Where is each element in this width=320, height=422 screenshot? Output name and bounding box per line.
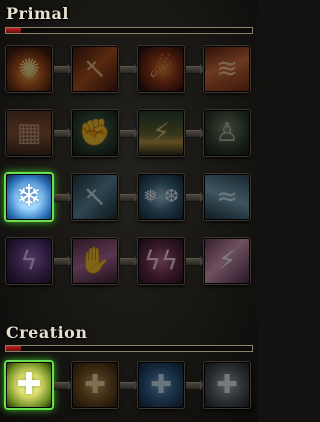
tempest-icon[interactable]: ⚡ [204, 238, 250, 284]
talent-panel: Primal ✺ † ☄ ≋ ▦ ✊ ⚡ ♙ ❄ † ❅ ❆ ≈ ϟ ✋ ϟϟ … [0, 0, 258, 422]
shock-icon[interactable]: ϟ [6, 238, 52, 284]
link [120, 380, 139, 390]
frost-weapon-icon[interactable]: † [72, 174, 118, 220]
earth-fist-icon[interactable]: ✊ [72, 110, 118, 156]
lightning-hands-icon[interactable]: ✋ [72, 238, 118, 284]
petrify-icon[interactable]: ♙ [204, 110, 250, 156]
regeneration-icon[interactable]: ✚ [138, 362, 184, 408]
link [186, 128, 205, 138]
flaming-sword-icon[interactable]: † [72, 46, 118, 92]
earthquake-icon[interactable]: ⚡ [138, 110, 184, 156]
link [186, 64, 205, 74]
link [186, 192, 205, 202]
winters-grasp-icon[interactable]: ❄ [6, 174, 52, 220]
chain-lightning-icon[interactable]: ϟϟ [138, 238, 184, 284]
link [54, 256, 73, 266]
creation-progress-bar [5, 345, 253, 352]
link [120, 128, 139, 138]
blizzard-icon[interactable]: ≈ [204, 174, 250, 220]
primal-row-lightning: ϟ ✋ ϟϟ ⚡ [6, 238, 252, 284]
creation-row-healing: ✚ ✚ ✚ ✚ [6, 362, 252, 408]
stone-armor-icon[interactable]: ▦ [6, 110, 52, 156]
fireball-icon[interactable]: ☄ [138, 46, 184, 92]
link [120, 192, 139, 202]
primal-row-fire: ✺ † ☄ ≋ [6, 46, 252, 92]
rejuvenate-icon[interactable]: ✚ [72, 362, 118, 408]
link [54, 128, 73, 138]
section-title-primal: Primal [6, 4, 69, 23]
link [186, 256, 205, 266]
link [120, 256, 139, 266]
inferno-icon[interactable]: ≋ [204, 46, 250, 92]
link [54, 192, 73, 202]
link [54, 380, 73, 390]
cone-of-cold-icon[interactable]: ❅ ❆ [138, 174, 184, 220]
mass-rejuvenation-icon[interactable]: ✚ [204, 362, 250, 408]
primal-progress-fill [6, 28, 21, 33]
link [120, 64, 139, 74]
primal-row-ice: ❄ † ❅ ❆ ≈ [6, 174, 252, 220]
creation-progress-fill [6, 346, 21, 351]
section-title-creation: Creation [6, 323, 88, 342]
link [186, 380, 205, 390]
link [54, 64, 73, 74]
flame-burst-icon[interactable]: ✺ [6, 46, 52, 92]
primal-row-earth: ▦ ✊ ⚡ ♙ [6, 110, 252, 156]
heal-icon[interactable]: ✚ [6, 362, 52, 408]
primal-progress-bar [5, 27, 253, 34]
